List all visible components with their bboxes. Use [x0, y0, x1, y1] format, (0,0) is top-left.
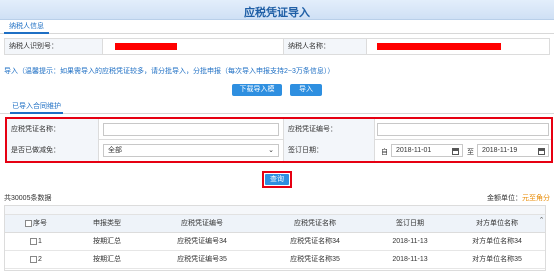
search-panel: 应税凭证名称： 应税凭证编号： 是否已做减免： 全部 ⌄ 签订日期： 自 201…: [5, 117, 553, 163]
page-title: 应税凭证导入: [244, 7, 310, 19]
date-to-value: 2018-11-19: [482, 147, 518, 154]
amount-unit: 金额单位：元至角分: [487, 193, 550, 203]
reduced-select[interactable]: 全部 ⌄: [103, 144, 279, 157]
date-from-value: 2018-11-01: [396, 147, 432, 154]
row-sign-date: 2018-11-13: [392, 256, 428, 263]
date-to-input[interactable]: 2018-11-19: [477, 144, 549, 157]
date-to-prefix: 至: [467, 149, 474, 156]
row-voucher-no: 应税凭证编号34: [177, 238, 227, 245]
search-row-2: 是否已做减免： 全部 ⌄ 签订日期： 自 2018-11-01 至 2018-1…: [7, 140, 551, 161]
chevron-down-icon: ⌄: [268, 147, 274, 154]
row-index: 2: [5, 251, 67, 269]
column-header-voucher-no: 应税凭证编号: [181, 220, 223, 227]
record-count: 共30005条数据: [4, 195, 52, 202]
row-checkbox[interactable]: [30, 237, 38, 245]
row-index: 1: [5, 233, 67, 251]
voucher-no-label: 应税凭证编号：: [283, 119, 375, 140]
table-row[interactable]: 1 按期汇总 应税凭证编号34 应税凭证名称34 2018-11-13 对方单位…: [5, 233, 545, 251]
reduced-select-value: 全部: [108, 147, 122, 154]
row-counterparty: 对方单位名称35: [472, 256, 522, 263]
results-table: 序号 申报类型 应税凭证编号 应税凭证名称 签订日期 对方单位名称 ⌃ 1 按期…: [4, 205, 546, 271]
search-row-1: 应税凭证名称： 应税凭证编号：: [7, 119, 551, 140]
table-row[interactable]: 2 按期汇总 应税凭证编号35 应税凭证名称35 2018-11-13 对方单位…: [5, 251, 545, 269]
tab-taxpayer-info[interactable]: 纳税人信息: [4, 22, 49, 34]
row-declare-type: 按期汇总: [93, 256, 121, 263]
voucher-name-label: 应税凭证名称：: [7, 119, 99, 140]
import-hint: 导入（温馨提示：如果需导入的应税凭证较多，请分批导入，分批申报（每次导入申报支持…: [4, 68, 335, 75]
reduced-label: 是否已做减免：: [7, 140, 99, 161]
taxpayer-id-redacted: [115, 43, 177, 50]
column-header-index: 序号: [5, 215, 67, 233]
calendar-icon[interactable]: [538, 148, 545, 155]
tab-imported-contracts[interactable]: 已导入合同维护: [10, 102, 63, 114]
row-checkbox[interactable]: [30, 255, 38, 263]
table-toolbar: [5, 206, 545, 215]
row-index-value: 1: [38, 238, 42, 245]
date-from-prefix: 自: [381, 149, 388, 156]
row-index-value: 2: [38, 256, 42, 263]
title-bar: 应税凭证导入: [0, 0, 554, 20]
column-header-voucher-name: 应税凭证名称: [294, 220, 336, 227]
voucher-no-input[interactable]: [377, 123, 549, 136]
row-counterparty: 对方单位名称34: [472, 238, 522, 245]
column-header-declare-type: 申报类型: [93, 220, 121, 227]
amount-unit-label: 金额单位：: [487, 195, 522, 202]
amount-unit-value: 元至角分: [522, 195, 550, 202]
row-declare-type: 按期汇总: [93, 238, 121, 245]
column-header-sign-date: 签订日期: [396, 220, 424, 227]
taxpayer-tab-bar: 纳税人信息: [0, 20, 554, 34]
query-button-highlight: 查询: [262, 171, 292, 188]
row-sign-date: 2018-11-13: [392, 238, 428, 245]
taxpayer-info-row: 纳税人识别号： 纳税人名称：: [4, 38, 550, 55]
calendar-icon[interactable]: [452, 148, 459, 155]
select-all-checkbox[interactable]: [25, 219, 32, 227]
row-voucher-name: 应税凭证名称35: [290, 256, 340, 263]
query-button[interactable]: 查询: [265, 174, 289, 185]
date-from-input[interactable]: 2018-11-01: [391, 144, 463, 157]
column-header-counterparty: 对方单位名称: [476, 220, 518, 227]
row-voucher-name: 应税凭证名称34: [290, 238, 340, 245]
download-template-button[interactable]: 下载导入模板: [232, 84, 282, 105]
contract-tab-bar: 已导入合同维护: [0, 101, 554, 114]
sign-date-label: 签订日期：: [283, 140, 375, 161]
column-header-label: 序号: [33, 220, 47, 227]
row-voucher-no: 应税凭证编号35: [177, 256, 227, 263]
taxpayer-name-label: 纳税人名称：: [283, 39, 367, 54]
scroll-up-icon[interactable]: ⌃: [538, 215, 545, 227]
taxpayer-id-label: 纳税人识别号：: [5, 39, 103, 54]
table-header-row: 序号 申报类型 应税凭证编号 应税凭证名称 签订日期 对方单位名称: [5, 215, 545, 233]
voucher-name-input[interactable]: [103, 123, 279, 136]
import-button[interactable]: 导入: [290, 84, 322, 96]
taxpayer-name-redacted: [377, 43, 501, 50]
